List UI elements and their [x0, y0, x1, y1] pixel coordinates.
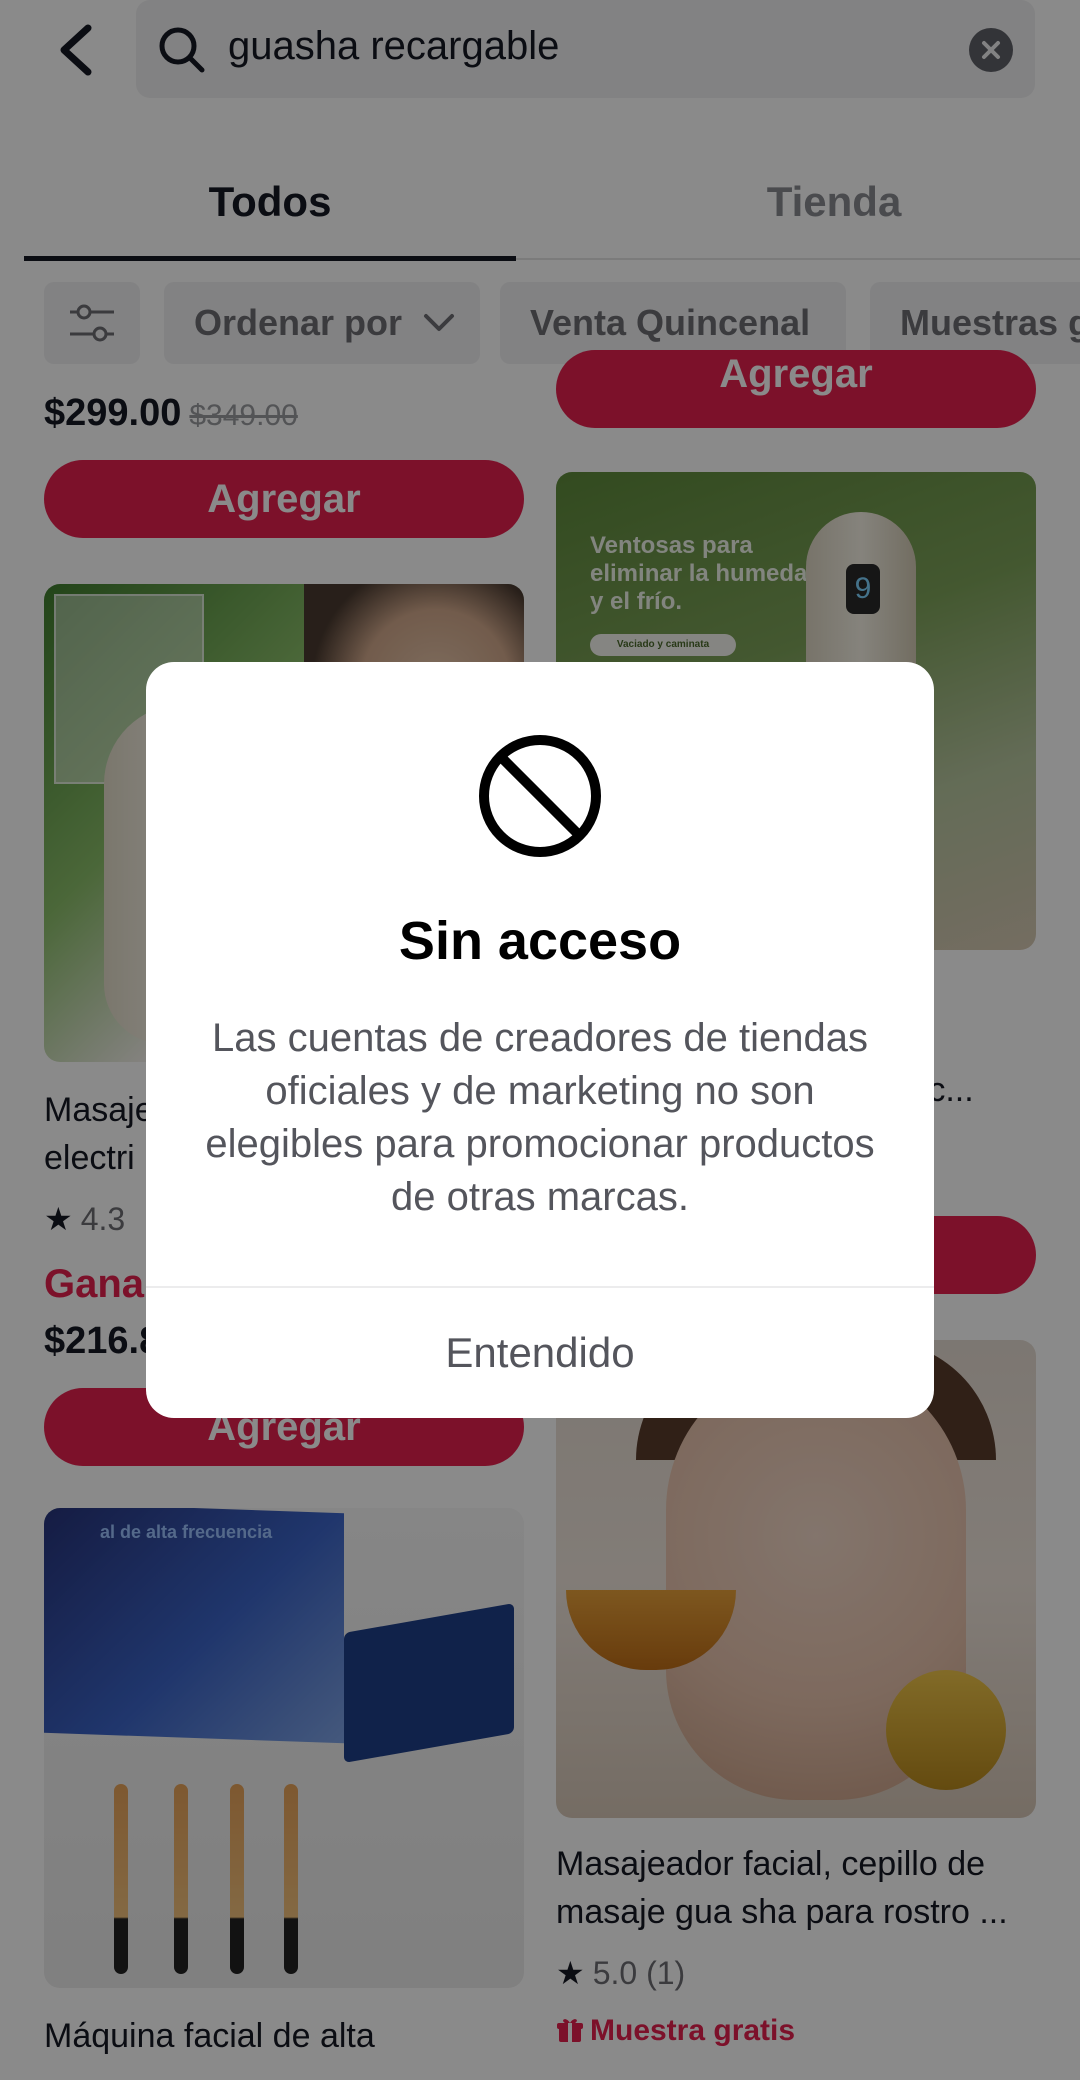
understood-button[interactable]: Entendido	[146, 1288, 934, 1418]
prohibited-icon	[478, 734, 602, 863]
dialog-title: Sin acceso	[398, 911, 682, 971]
no-access-dialog: Sin acceso Las cuentas de creadores de t…	[146, 662, 934, 1418]
dialog-message: Las cuentas de creadores de tiendas ofic…	[205, 1016, 875, 1219]
